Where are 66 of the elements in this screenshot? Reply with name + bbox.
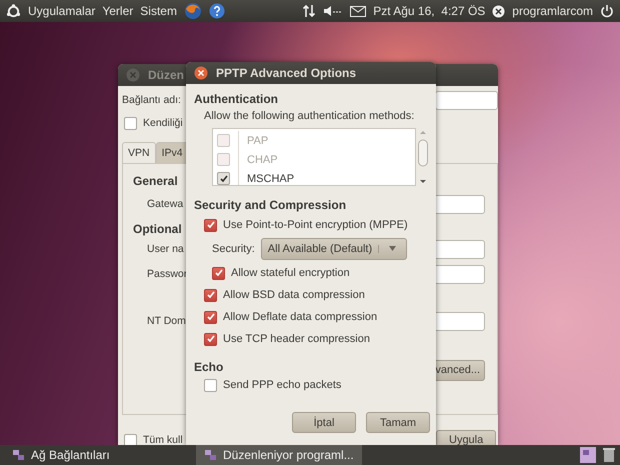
field-label: Gatewa (147, 198, 184, 210)
ubuntu-logo-icon[interactable] (6, 4, 21, 18)
checkbox-label: Kendiliği (143, 117, 183, 129)
checkbox[interactable] (204, 218, 217, 232)
option-label: Use Point-to-Point encryption (MPPE) (223, 219, 408, 231)
workspace-icon[interactable] (580, 447, 596, 463)
panel-menu[interactable]: Uygulamalar (28, 4, 96, 18)
checkbox[interactable] (204, 310, 217, 324)
option-label: Allow stateful encryption (231, 267, 350, 279)
dialog-title: PPTP Advanced Options (216, 66, 356, 80)
checkbox[interactable] (124, 434, 137, 445)
option-label: Allow BSD data compression (223, 289, 365, 301)
hint-text: Allow the following authentication methods: (204, 110, 416, 122)
checkbox[interactable] (204, 378, 217, 392)
section-heading: Echo (194, 360, 224, 374)
checkbox[interactable] (204, 332, 217, 346)
window-title: Düzen (148, 68, 184, 82)
option-label: Send PPP echo packets (223, 379, 342, 391)
panel-menu[interactable]: Sistem (140, 4, 177, 18)
option-label: Allow Deflate data compression (223, 311, 378, 323)
taskbar-item[interactable]: Ağ Bağlantıları (4, 445, 190, 465)
checkmark-icon (206, 313, 214, 321)
help-icon[interactable] (208, 3, 225, 19)
network-arrows-icon[interactable] (302, 4, 316, 18)
checkbox-label: Tüm kull (143, 434, 183, 445)
field-label: User na (147, 243, 184, 255)
checkmark-icon (206, 221, 214, 229)
checkmark-icon (206, 291, 214, 299)
method-label[interactable]: MSCHAP (247, 172, 294, 184)
network-icon (12, 449, 25, 461)
apply-button[interactable]: Uygula (436, 430, 496, 445)
checkbox[interactable] (124, 116, 137, 130)
panel-user[interactable]: programlarcom (512, 4, 593, 18)
security-label: Security: (212, 243, 255, 255)
scrollbar-drawing[interactable] (416, 128, 430, 186)
option-label: Use TCP header compression (223, 333, 370, 345)
tab[interactable]: IPv4 (156, 142, 189, 163)
section-heading: Authentication (194, 92, 278, 106)
dialog-button[interactable]: Tamam (366, 412, 430, 433)
checkbox[interactable] (217, 172, 230, 185)
checkbox[interactable] (212, 266, 225, 280)
checkmark-icon (206, 335, 214, 343)
dialog-button[interactable]: İptal (292, 412, 356, 433)
status-icon[interactable] (492, 4, 506, 18)
section-heading: Optional (133, 222, 182, 236)
connection-name-field[interactable] (435, 90, 498, 110)
panel-menu[interactable]: Yerler (102, 4, 134, 18)
field-label: Passwor (147, 268, 188, 280)
close-icon[interactable] (194, 66, 208, 80)
field-label: Bağlantı adı: (122, 94, 181, 106)
network-icon (204, 449, 217, 461)
checkbox[interactable] (204, 288, 217, 302)
power-icon[interactable] (600, 4, 614, 18)
tab[interactable]: VPN (122, 142, 156, 163)
taskbar-item[interactable]: Düzenleniyor programl... (196, 445, 362, 465)
section-heading: General (133, 174, 178, 188)
speaker-icon[interactable] (323, 5, 344, 17)
globe-icon[interactable] (184, 2, 202, 20)
security-dropdown[interactable]: All Available (Default) (260, 238, 408, 260)
field-label: NT Dom (147, 315, 186, 327)
panel-clock[interactable]: Pzt Ağu 16, 4:27 ÖS (373, 4, 486, 18)
mail-icon[interactable] (350, 6, 366, 16)
section-heading: Security and Compression (194, 198, 346, 212)
checkmark-icon (220, 174, 228, 182)
trash-icon[interactable] (602, 447, 616, 463)
checkmark-icon (214, 269, 222, 277)
